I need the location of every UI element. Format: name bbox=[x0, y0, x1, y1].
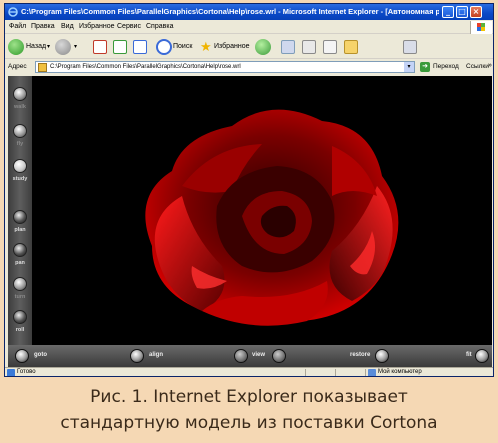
page-icon bbox=[38, 63, 47, 72]
study-label[interactable]: study bbox=[8, 176, 32, 182]
caption-line-2: стандартную модель из поставки Cortona bbox=[60, 413, 438, 433]
caption-line-1: Рис. 1. Internet Explorer показывает bbox=[90, 387, 408, 407]
bottom-control-bar: goto align view restore fit bbox=[8, 345, 492, 367]
title-bar[interactable]: C:\Program Files\Common Files\ParallelGr… bbox=[5, 4, 493, 20]
back-arrow-icon[interactable] bbox=[8, 39, 24, 55]
status-text: Готово bbox=[17, 369, 36, 375]
fit-button-icon[interactable] bbox=[475, 349, 489, 363]
address-input[interactable]: C:\Program Files\Common Files\ParallelGr… bbox=[35, 61, 415, 73]
fly-label[interactable]: fly bbox=[8, 141, 32, 147]
3d-scene[interactable] bbox=[32, 76, 492, 345]
back-dropdown-icon[interactable]: ▾ bbox=[47, 38, 50, 56]
restore-button-icon[interactable] bbox=[375, 349, 389, 363]
address-url: C:\Program Files\Common Files\ParallelGr… bbox=[50, 64, 241, 70]
browser-window: C:\Program Files\Common Files\ParallelGr… bbox=[4, 3, 494, 377]
menu-edit[interactable]: Правка bbox=[31, 23, 55, 30]
plan-button-icon[interactable] bbox=[13, 210, 27, 224]
go-arrow-icon[interactable]: ➜ bbox=[420, 62, 430, 72]
roll-label[interactable]: roll bbox=[8, 327, 32, 333]
restore-label[interactable]: restore bbox=[350, 352, 370, 358]
menu-file[interactable]: Файл bbox=[9, 23, 26, 30]
roll-button-icon[interactable] bbox=[13, 310, 27, 324]
forward-dropdown-icon[interactable]: ▾ bbox=[74, 38, 77, 56]
security-zone-label: Мой компьютер bbox=[378, 369, 422, 375]
window-title: C:\Program Files\Common Files\ParallelGr… bbox=[21, 7, 439, 16]
refresh-icon[interactable] bbox=[113, 40, 127, 54]
home-icon[interactable] bbox=[133, 40, 147, 54]
view-label[interactable]: view bbox=[252, 352, 265, 358]
favorites-star-icon[interactable]: ★ bbox=[200, 38, 212, 56]
view-prev-icon[interactable] bbox=[234, 349, 248, 363]
fit-label[interactable]: fit bbox=[466, 352, 472, 358]
favorites-button-label[interactable]: Избранное bbox=[214, 38, 249, 56]
status-divider bbox=[365, 369, 366, 376]
ie-logo-icon bbox=[8, 7, 18, 17]
stop-icon[interactable] bbox=[93, 40, 107, 54]
menu-tools[interactable]: Сервис bbox=[117, 23, 141, 30]
menu-bar: Файл Правка Вид Избранное Сервис Справка bbox=[5, 21, 493, 34]
menu-help[interactable]: Справка bbox=[146, 23, 173, 30]
navigation-sidebar: walk fly study plan pan turn roll bbox=[8, 76, 32, 345]
menu-view[interactable]: Вид bbox=[61, 23, 74, 30]
computer-zone-icon bbox=[368, 369, 376, 376]
address-dropdown-icon[interactable]: ▾ bbox=[404, 62, 414, 72]
cortona-viewer[interactable]: walk fly study plan pan turn roll goto a… bbox=[8, 76, 492, 367]
turn-button-icon[interactable] bbox=[13, 277, 27, 291]
folder-icon[interactable] bbox=[344, 40, 358, 54]
address-bar: Адрес C:\Program Files\Common Files\Para… bbox=[5, 60, 493, 74]
address-label: Адрес bbox=[8, 63, 27, 70]
messenger-icon[interactable] bbox=[403, 40, 417, 54]
back-button-label[interactable]: Назад bbox=[26, 38, 46, 56]
go-button-label[interactable]: Переход bbox=[433, 63, 459, 70]
search-icon[interactable] bbox=[156, 39, 172, 55]
links-label[interactable]: Ссылки bbox=[466, 63, 489, 70]
minimize-button[interactable]: _ bbox=[442, 6, 454, 18]
menu-favorites[interactable]: Избранное bbox=[79, 23, 114, 30]
mail-icon[interactable] bbox=[281, 40, 295, 54]
close-button[interactable]: × bbox=[470, 6, 482, 18]
search-button-label[interactable]: Поиск bbox=[173, 38, 192, 56]
pan-label[interactable]: pan bbox=[8, 260, 32, 266]
plan-label[interactable]: plan bbox=[8, 227, 32, 233]
links-chevron-icon[interactable]: » bbox=[488, 62, 492, 69]
status-bar: Готово Мой компьютер bbox=[5, 367, 493, 376]
align-label[interactable]: align bbox=[149, 352, 163, 358]
standard-toolbar: Назад ▾ ▾ Поиск ★ Избранное bbox=[5, 35, 493, 59]
windows-flag-icon bbox=[470, 21, 492, 34]
history-icon[interactable] bbox=[255, 39, 271, 55]
study-button-icon[interactable] bbox=[13, 159, 27, 173]
goto-label[interactable]: goto bbox=[34, 352, 47, 358]
edit-icon[interactable] bbox=[323, 40, 337, 54]
walk-button-icon[interactable] bbox=[13, 87, 27, 101]
forward-arrow-icon[interactable] bbox=[55, 39, 71, 55]
status-divider bbox=[335, 369, 336, 376]
figure-caption: Рис. 1. Internet Explorer показывает ста… bbox=[0, 380, 498, 443]
pan-button-icon[interactable] bbox=[13, 243, 27, 257]
maximize-button[interactable]: □ bbox=[456, 6, 468, 18]
view-next-icon[interactable] bbox=[272, 349, 286, 363]
goto-button-icon[interactable] bbox=[15, 349, 29, 363]
status-divider bbox=[305, 369, 306, 376]
align-button-icon[interactable] bbox=[130, 349, 144, 363]
rose-model-icon bbox=[145, 109, 399, 326]
turn-label[interactable]: turn bbox=[8, 294, 32, 300]
fly-button-icon[interactable] bbox=[13, 124, 27, 138]
walk-label[interactable]: walk bbox=[8, 104, 32, 110]
print-icon[interactable] bbox=[302, 40, 316, 54]
page-status-icon bbox=[7, 369, 15, 376]
